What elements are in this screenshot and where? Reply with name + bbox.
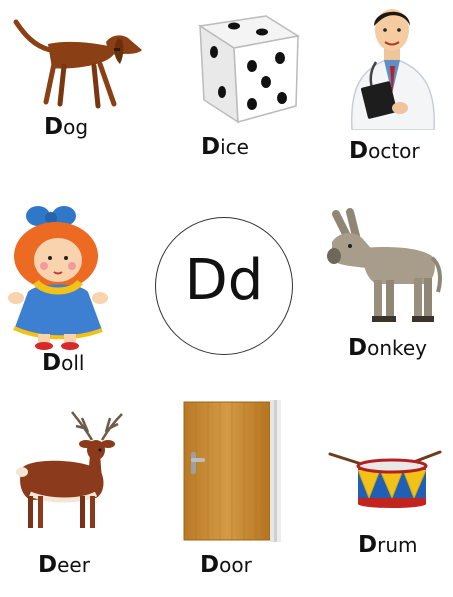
doctor-label: Doctor	[349, 140, 420, 163]
door-image	[182, 400, 290, 542]
donkey-label: Donkey	[348, 337, 427, 360]
drum-image	[328, 448, 444, 510]
initial-letter: D	[349, 138, 369, 164]
doll-image	[6, 202, 110, 350]
center-letter: Dd	[184, 248, 264, 313]
doll-label-text: Doll	[42, 350, 85, 376]
door-label: Door	[200, 554, 252, 577]
center-letter-circle: Dd	[155, 217, 293, 355]
dice-image	[178, 10, 303, 125]
initial-letter: D	[348, 335, 368, 361]
deer-label: Deer	[38, 554, 90, 577]
donkey-label-text: Donkey	[348, 335, 428, 361]
doll-label: Doll	[42, 352, 84, 375]
drum-label: Drum	[358, 534, 417, 557]
dog-label: Dog	[44, 116, 88, 139]
initial-letter: D	[358, 532, 378, 558]
dog-label-text: Dog	[44, 114, 89, 140]
deer-label-text: Deer	[38, 552, 90, 578]
door-label-text: Door	[200, 552, 252, 578]
dog-image	[10, 12, 145, 110]
dice-label: Dice	[201, 136, 249, 159]
initial-letter: D	[42, 350, 62, 376]
doctor-image	[340, 2, 445, 130]
doctor-label-text: Doctor	[349, 138, 420, 164]
deer-image	[10, 410, 130, 532]
initial-letter: D	[200, 552, 220, 578]
drum-label-text: Drum	[358, 532, 418, 558]
dice-label-text: Dice	[201, 134, 249, 160]
initial-letter: D	[38, 552, 58, 578]
initial-letter: D	[201, 134, 221, 160]
initial-letter: D	[44, 114, 64, 140]
donkey-image	[322, 208, 446, 326]
